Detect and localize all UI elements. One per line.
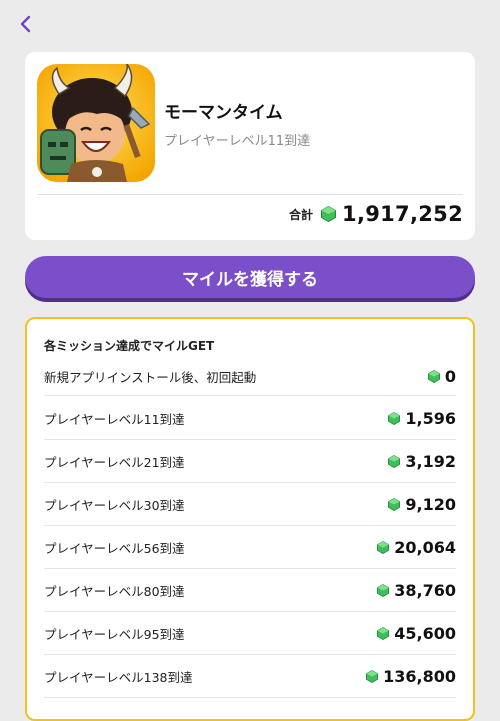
caveman-app-icon [37,64,155,182]
gem-icon [377,626,390,640]
total-value: 1,917,252 [342,202,463,226]
gem-icon [388,454,401,468]
mission-row: プレイヤーレベル95到達 45,600 [44,612,456,655]
missions-panel: 各ミッション達成でマイルGET 新規アプリインストール後、初回起動 0 プレイヤ… [25,317,475,721]
mission-reward: 45,600 [394,623,456,643]
gem-icon [388,411,401,425]
mission-label: プレイヤーレベル21到達 [44,454,185,470]
mission-row: プレイヤーレベル21到達 3,192 [44,440,456,483]
mission-reward: 20,064 [394,537,456,557]
total-label: 合計 [289,207,314,222]
mission-row: プレイヤーレベル30到達 9,120 [44,483,456,526]
mission-reward: 136,800 [383,666,456,686]
mission-row: プレイヤーレベル56到達 20,064 [44,526,456,569]
app-subtitle: プレイヤーレベル11到達 [164,134,311,149]
mission-row: プレイヤーレベル11到達 1,596 [44,397,456,440]
mission-label: プレイヤーレベル80到達 [44,583,185,599]
mission-label: プレイヤーレベル95到達 [44,626,185,642]
app-title: モーマンタイム [164,103,283,123]
mission-label: プレイヤーレベル30到達 [44,497,185,513]
mission-reward: 0 [444,366,456,386]
gem-icon [388,497,401,511]
mission-label: 新規アプリインストール後、初回起動 [44,369,257,385]
gem-icon [366,669,379,683]
gem-icon [321,205,337,223]
divider [37,194,463,195]
mission-row: プレイヤーレベル80到達 38,760 [44,569,456,612]
mission-label: プレイヤーレベル138到達 [44,669,193,685]
missions-title: 各ミッション達成でマイルGET [44,339,215,353]
total-row: 合計 1,917,252 [289,202,463,226]
chevron-left-icon [20,15,31,33]
gem-icon [427,369,440,383]
mission-label: プレイヤーレベル11到達 [44,411,185,427]
app-card: モーマンタイム プレイヤーレベル11到達 合計 1,917,252 [25,52,475,240]
mission-reward: 1,596 [405,408,456,428]
back-button[interactable] [12,10,40,38]
gem-icon [377,540,390,554]
mission-row: 新規アプリインストール後、初回起動 0 [44,357,456,396]
earn-miles-button[interactable]: マイルを獲得する [25,256,475,298]
mission-row: プレイヤーレベル138到達 136,800 [44,655,456,698]
gem-icon [377,583,390,597]
mission-reward: 38,760 [394,580,456,600]
mission-label: プレイヤーレベル56到達 [44,540,185,556]
mission-reward: 9,120 [405,494,456,514]
mission-reward: 3,192 [405,451,456,471]
